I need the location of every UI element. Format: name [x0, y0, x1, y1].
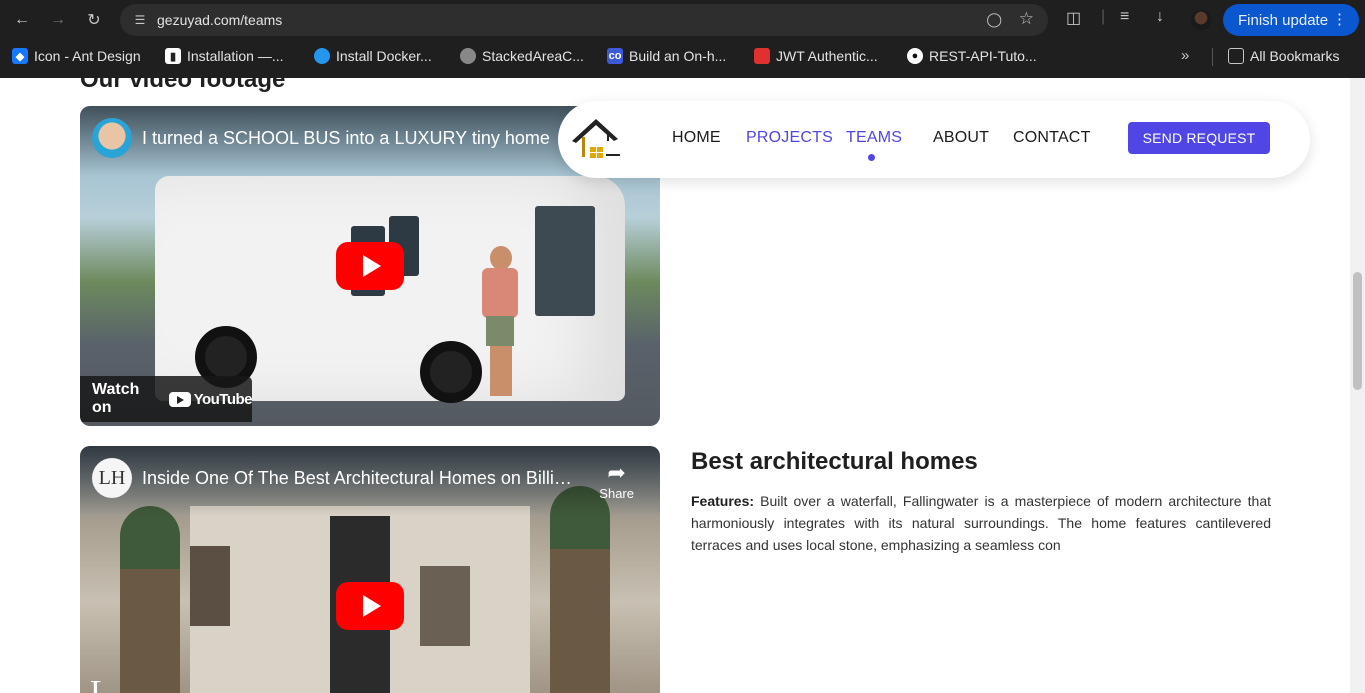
bookmark-item[interactable]: ▮ Installation —... — [165, 48, 284, 64]
features-label: Features: — [691, 493, 755, 509]
nav-link-projects[interactable]: PROJECTS — [746, 129, 833, 147]
bookmarks-divider — [1212, 48, 1213, 66]
channel-avatar[interactable] — [92, 118, 132, 158]
bookmark-item[interactable]: co Build an On-h... — [607, 48, 726, 64]
nav-link-teams[interactable]: TEAMS — [846, 129, 902, 147]
youtube-embed-2[interactable]: LH Inside One Of The Best Architectural … — [80, 446, 660, 693]
docker-icon — [314, 48, 330, 64]
bookmark-label: Installation —... — [187, 48, 284, 64]
back-icon[interactable]: ← — [9, 8, 35, 32]
all-bookmarks[interactable]: All Bookmarks — [1228, 48, 1339, 64]
eye-off-icon[interactable]: ◯ — [986, 11, 1002, 28]
url-text[interactable]: gezuyad.com/teams — [157, 12, 282, 28]
bookmark-item[interactable]: StackedAreaC... — [460, 48, 584, 64]
watch-on-label: Watch on — [92, 381, 140, 416]
nav-link-home[interactable]: HOME — [672, 129, 721, 147]
palm-tree — [550, 486, 610, 693]
extensions-icon[interactable]: ◫ — [1066, 8, 1081, 28]
browser-toolbar: ← → ↻ ☰ gezuyad.com/teams ◯ ☆ ◫ | ≡ ↓ Fi… — [0, 0, 1365, 40]
toolbar-separator: | — [1101, 8, 1106, 25]
channel-avatar[interactable]: LH — [92, 458, 132, 498]
scrollbar-thumb[interactable] — [1353, 272, 1362, 390]
page-icon: ▮ — [165, 48, 181, 64]
bookmark-label: REST-API-Tuto... — [929, 48, 1037, 64]
bookmark-label: JWT Authentic... — [776, 48, 878, 64]
co-icon: co — [607, 48, 623, 64]
article-title: Best architectural homes — [691, 448, 978, 475]
video-person — [480, 246, 520, 396]
site-logo-icon[interactable] — [568, 111, 624, 167]
address-bar[interactable]: ☰ gezuyad.com/teams ◯ ☆ — [120, 4, 1048, 36]
bookmark-label: StackedAreaC... — [482, 48, 584, 64]
share-icon: ➦ — [607, 460, 626, 485]
palm-tree — [120, 506, 180, 693]
send-request-button[interactable]: SEND REQUEST — [1128, 122, 1270, 154]
site-navbar: HOME PROJECTS TEAMS ABOUT CONTACT SEND R… — [558, 101, 1310, 178]
download-icon[interactable]: ↓ — [1156, 8, 1164, 26]
forward-icon[interactable]: → — [45, 8, 71, 32]
watch-on-youtube-button[interactable]: Watch on YouTube — [80, 376, 253, 422]
bookmark-label: Install Docker... — [336, 48, 432, 64]
github-icon: ● — [907, 48, 923, 64]
play-button-icon[interactable] — [336, 582, 404, 630]
bookmarks-bar: ◆ Icon - Ant Design ▮ Installation —... In… — [0, 40, 1365, 74]
site-settings-icon[interactable]: ☰ — [132, 12, 148, 28]
nav-link-about[interactable]: ABOUT — [933, 129, 989, 147]
play-button-icon[interactable] — [336, 242, 404, 290]
jwt-icon — [754, 48, 770, 64]
share-label: Share — [599, 486, 634, 501]
more-menu-icon: ⋮ — [1332, 11, 1347, 28]
globe-icon — [460, 48, 476, 64]
bookmark-star-icon[interactable]: ☆ — [1019, 9, 1034, 29]
active-indicator-dot — [868, 154, 875, 161]
youtube-label: YouTube — [193, 390, 253, 408]
more-bookmarks-chevron-icon[interactable]: » — [1181, 47, 1189, 64]
nav-link-contact[interactable]: CONTACT — [1013, 129, 1091, 147]
page-content: Our video footage I turned a SCHOOL BUS … — [0, 78, 1365, 693]
share-button[interactable]: ➦ Share — [599, 460, 634, 501]
article-body: Features: Built over a waterfall, Fallin… — [691, 490, 1271, 556]
section-title: Our video footage — [80, 78, 286, 93]
profile-avatar[interactable] — [1191, 10, 1211, 30]
reload-icon[interactable]: ↻ — [81, 8, 107, 32]
bookmark-item[interactable]: ● REST-API-Tuto... — [907, 48, 1037, 64]
folder-icon — [1228, 48, 1244, 64]
youtube-logo-icon: YouTube — [168, 390, 253, 408]
channel-watermark: L — [90, 674, 111, 693]
finish-update-button[interactable]: Finish update ⋮ — [1223, 4, 1359, 36]
bookmark-item[interactable]: ◆ Icon - Ant Design — [12, 48, 141, 64]
bookmark-item[interactable]: JWT Authentic... — [754, 48, 878, 64]
all-bookmarks-label: All Bookmarks — [1250, 48, 1340, 64]
video-title[interactable]: Inside One Of The Best Architectural Hom… — [142, 468, 578, 489]
browser-chrome: ← → ↻ ☰ gezuyad.com/teams ◯ ☆ ◫ | ≡ ↓ Fi… — [0, 0, 1365, 78]
finish-update-label: Finish update — [1238, 11, 1329, 29]
bookmark-item[interactable]: Install Docker... — [314, 48, 432, 64]
bookmark-label: Build an On-h... — [629, 48, 727, 64]
ant-design-icon: ◆ — [12, 48, 28, 64]
bookmark-label: Icon - Ant Design — [34, 48, 141, 64]
page-scrollbar[interactable] — [1350, 78, 1365, 693]
reading-list-icon[interactable]: ≡ — [1120, 8, 1129, 26]
features-text: Built over a waterfall, Fallingwater is … — [691, 493, 1271, 553]
video-title[interactable]: I turned a SCHOOL BUS into a LUXURY tiny… — [142, 128, 562, 149]
